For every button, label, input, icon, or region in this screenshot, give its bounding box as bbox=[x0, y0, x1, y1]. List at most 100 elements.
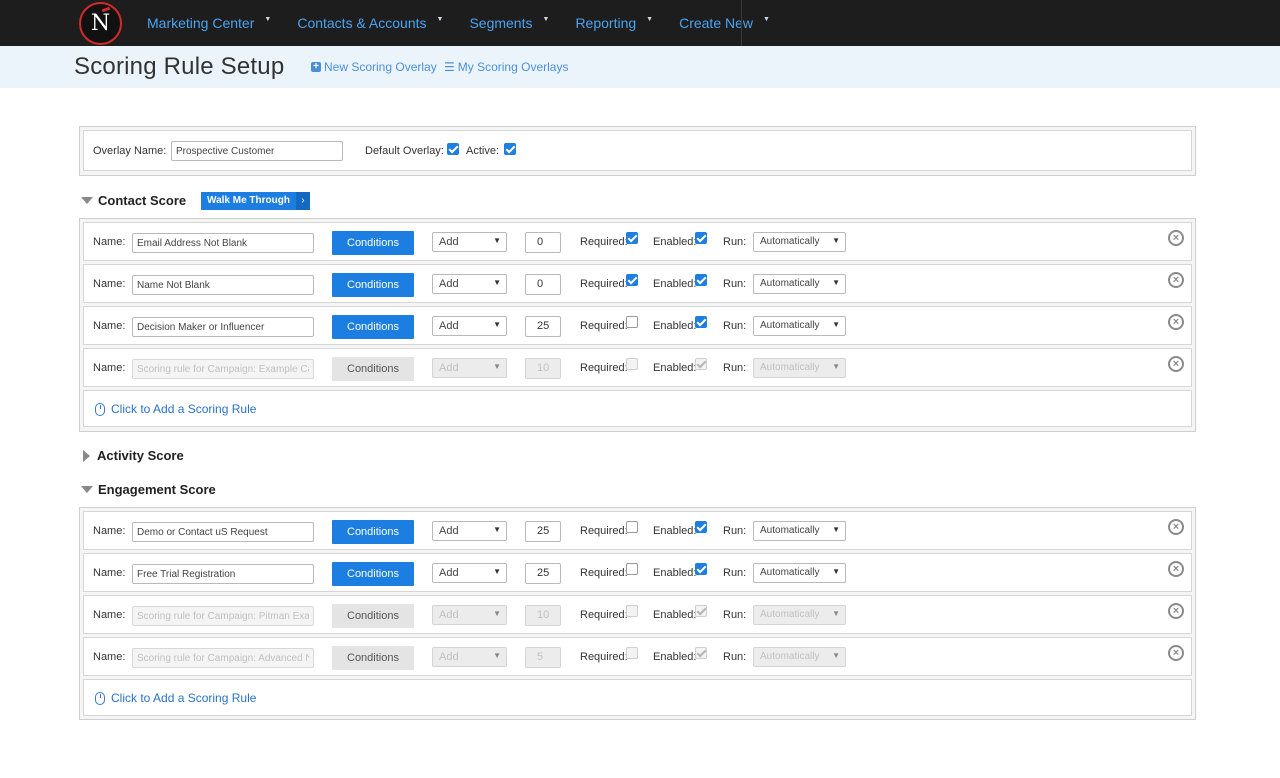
overlay-name-input[interactable] bbox=[171, 141, 343, 161]
enabled-checkbox[interactable] bbox=[695, 358, 707, 370]
enabled-checkbox[interactable] bbox=[695, 647, 707, 659]
nav-marketing-center[interactable]: Marketing Center ▼ bbox=[134, 0, 284, 46]
contact-score-toggle[interactable]: Contact Score bbox=[80, 193, 186, 208]
remove-rule-icon[interactable]: × bbox=[1168, 314, 1184, 330]
select-value: Automatically bbox=[760, 320, 820, 331]
default-overlay-checkbox[interactable] bbox=[447, 143, 459, 155]
action-select[interactable]: Add ▼ bbox=[432, 521, 507, 541]
run-select[interactable]: Automatically ▼ bbox=[753, 232, 846, 252]
remove-rule-icon[interactable]: × bbox=[1168, 356, 1184, 372]
add-contact-rule[interactable]: Click to Add a Scoring Rule bbox=[83, 390, 1192, 427]
dropdown-arrow-icon: ▼ bbox=[493, 278, 501, 287]
remove-rule-icon[interactable]: × bbox=[1168, 272, 1184, 288]
enabled-checkbox[interactable] bbox=[695, 605, 707, 617]
dropdown-arrow-icon: ▼ bbox=[832, 320, 840, 329]
conditions-button[interactable]: Conditions bbox=[332, 604, 414, 628]
nav-label: Contacts & Accounts bbox=[297, 15, 427, 31]
required-checkbox[interactable] bbox=[626, 563, 638, 575]
enabled-checkbox[interactable] bbox=[695, 563, 707, 575]
conditions-button[interactable]: Conditions bbox=[332, 315, 414, 339]
conditions-button[interactable]: Conditions bbox=[332, 520, 414, 544]
run-select[interactable]: Automatically ▼ bbox=[753, 605, 846, 625]
action-select[interactable]: Add ▼ bbox=[432, 605, 507, 625]
enabled-checkbox[interactable] bbox=[695, 232, 707, 244]
required-checkbox[interactable] bbox=[626, 274, 638, 286]
overlay-name-label: Overlay Name: bbox=[93, 145, 167, 157]
remove-rule-icon[interactable]: × bbox=[1168, 561, 1184, 577]
points-input[interactable]: 10 bbox=[525, 605, 561, 626]
required-checkbox[interactable] bbox=[626, 605, 638, 617]
rule-name-input[interactable] bbox=[132, 359, 314, 379]
conditions-button[interactable]: Conditions bbox=[332, 231, 414, 255]
rule-name-input[interactable] bbox=[132, 522, 314, 542]
collapse-triangle-icon bbox=[81, 197, 93, 204]
rule-name-input[interactable] bbox=[132, 606, 314, 626]
enabled-checkbox[interactable] bbox=[695, 274, 707, 286]
action-select[interactable]: Add ▼ bbox=[432, 647, 507, 667]
remove-rule-icon[interactable]: × bbox=[1168, 519, 1184, 535]
nav-create-new[interactable]: Create New ▼ bbox=[666, 0, 783, 46]
run-label: Run: bbox=[723, 278, 747, 290]
action-select[interactable]: Add ▼ bbox=[432, 358, 507, 378]
remove-rule-icon[interactable]: × bbox=[1168, 603, 1184, 619]
nav-divider bbox=[741, 0, 742, 46]
dropdown-arrow-icon: ▼ bbox=[832, 278, 840, 287]
remove-rule-icon[interactable]: × bbox=[1168, 645, 1184, 661]
points-input[interactable]: 10 bbox=[525, 358, 561, 379]
points-input[interactable]: 25 bbox=[525, 521, 561, 542]
points-input[interactable]: 5 bbox=[525, 647, 561, 668]
nav-contacts-accounts[interactable]: Contacts & Accounts ▼ bbox=[284, 0, 456, 46]
run-select[interactable]: Automatically ▼ bbox=[753, 521, 846, 541]
required-checkbox[interactable] bbox=[626, 521, 638, 533]
rule-name-input[interactable] bbox=[132, 233, 314, 253]
points-input[interactable]: 25 bbox=[525, 563, 561, 584]
rule-name-input[interactable] bbox=[132, 564, 314, 584]
action-select[interactable]: Add ▼ bbox=[432, 316, 507, 336]
rule-name-input[interactable] bbox=[132, 275, 314, 295]
walk-me-through-button[interactable]: Walk Me Through › bbox=[201, 192, 310, 210]
run-select[interactable]: Automatically ▼ bbox=[753, 316, 846, 336]
points-input[interactable]: 0 bbox=[525, 274, 561, 295]
conditions-button[interactable]: Conditions bbox=[332, 357, 414, 381]
app-logo[interactable]: N bbox=[79, 2, 122, 45]
remove-rule-icon[interactable]: × bbox=[1168, 230, 1184, 246]
add-engagement-rule[interactable]: Click to Add a Scoring Rule bbox=[83, 679, 1192, 716]
nav-reporting[interactable]: Reporting ▼ bbox=[562, 0, 666, 46]
rule-name-input[interactable] bbox=[132, 648, 314, 668]
add-rule-link[interactable]: Click to Add a Scoring Rule bbox=[111, 402, 256, 416]
my-scoring-overlays-link[interactable]: ☰ My Scoring Overlays bbox=[444, 60, 568, 74]
enabled-checkbox[interactable] bbox=[695, 521, 707, 533]
activity-score-toggle[interactable]: Activity Score bbox=[80, 448, 184, 463]
required-checkbox[interactable] bbox=[626, 316, 638, 328]
conditions-button[interactable]: Conditions bbox=[332, 273, 414, 297]
conditions-button[interactable]: Conditions bbox=[332, 562, 414, 586]
required-checkbox[interactable] bbox=[626, 232, 638, 244]
rule-name-input[interactable] bbox=[132, 317, 314, 337]
points-input[interactable]: 0 bbox=[525, 232, 561, 253]
select-value: Add bbox=[439, 320, 459, 332]
add-rule-link[interactable]: Click to Add a Scoring Rule bbox=[111, 691, 256, 705]
conditions-button[interactable]: Conditions bbox=[332, 646, 414, 670]
required-checkbox[interactable] bbox=[626, 647, 638, 659]
nav-label: Marketing Center bbox=[147, 15, 255, 31]
scoring-rule-row: Name: Conditions Add ▼ 25 Required: Enabled: Ru… bbox=[83, 511, 1192, 550]
run-select[interactable]: Automatically ▼ bbox=[753, 358, 846, 378]
action-select[interactable]: Add ▼ bbox=[432, 232, 507, 252]
engagement-score-toggle[interactable]: Engagement Score bbox=[80, 482, 216, 497]
required-checkbox[interactable] bbox=[626, 358, 638, 370]
action-select[interactable]: Add ▼ bbox=[432, 563, 507, 583]
active-checkbox[interactable] bbox=[504, 143, 516, 155]
run-label: Run: bbox=[723, 236, 747, 248]
action-select[interactable]: Add ▼ bbox=[432, 274, 507, 294]
run-label: Run: bbox=[723, 651, 747, 663]
points-input[interactable]: 25 bbox=[525, 316, 561, 337]
run-select[interactable]: Automatically ▼ bbox=[753, 647, 846, 667]
run-select[interactable]: Automatically ▼ bbox=[753, 274, 846, 294]
collapse-triangle-icon bbox=[81, 486, 93, 493]
list-icon: ☰ bbox=[444, 60, 455, 74]
enabled-checkbox[interactable] bbox=[695, 316, 707, 328]
new-scoring-overlay-link[interactable]: + New Scoring Overlay bbox=[311, 60, 437, 74]
nav-segments[interactable]: Segments ▼ bbox=[456, 0, 562, 46]
select-value: Add bbox=[439, 525, 459, 537]
run-select[interactable]: Automatically ▼ bbox=[753, 563, 846, 583]
